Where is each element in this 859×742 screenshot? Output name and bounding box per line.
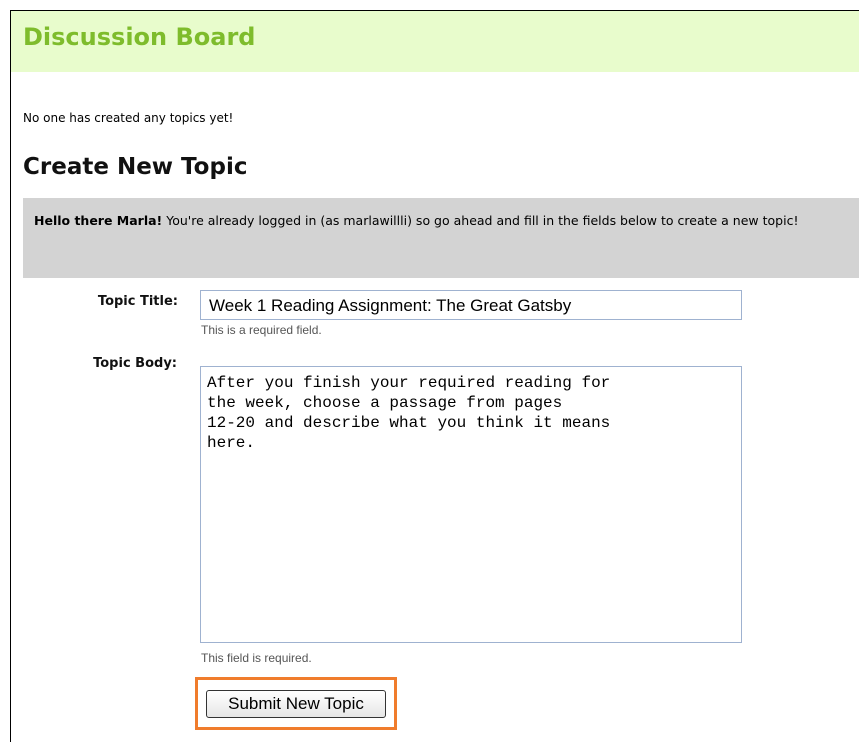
header-bar: Discussion Board bbox=[11, 11, 859, 72]
notice-greeting: Hello there Marla! bbox=[34, 213, 163, 228]
topic-title-hint: This is a required field. bbox=[201, 323, 322, 337]
notice-message: You're already logged in (as marlawillli… bbox=[162, 213, 799, 228]
topic-body-label: Topic Body: bbox=[93, 356, 177, 371]
topic-title-label: Topic Title: bbox=[97, 294, 178, 309]
page-frame: Discussion Board No one has created any … bbox=[10, 10, 859, 742]
empty-topics-message: No one has created any topics yet! bbox=[23, 111, 234, 125]
topic-body-hint: This field is required. bbox=[201, 651, 312, 665]
submit-highlight: Submit New Topic bbox=[195, 677, 397, 730]
login-notice: Hello there Marla! You're already logged… bbox=[23, 198, 859, 278]
topic-title-input[interactable]: Week 1 Reading Assignment: The Great Gat… bbox=[200, 290, 742, 320]
notice-text: Hello there Marla! You're already logged… bbox=[34, 208, 834, 233]
page-title: Discussion Board bbox=[23, 23, 256, 51]
topic-body-textarea[interactable]: After you finish your required reading f… bbox=[200, 366, 742, 643]
submit-new-topic-button[interactable]: Submit New Topic bbox=[206, 690, 386, 718]
section-title: Create New Topic bbox=[23, 154, 248, 180]
